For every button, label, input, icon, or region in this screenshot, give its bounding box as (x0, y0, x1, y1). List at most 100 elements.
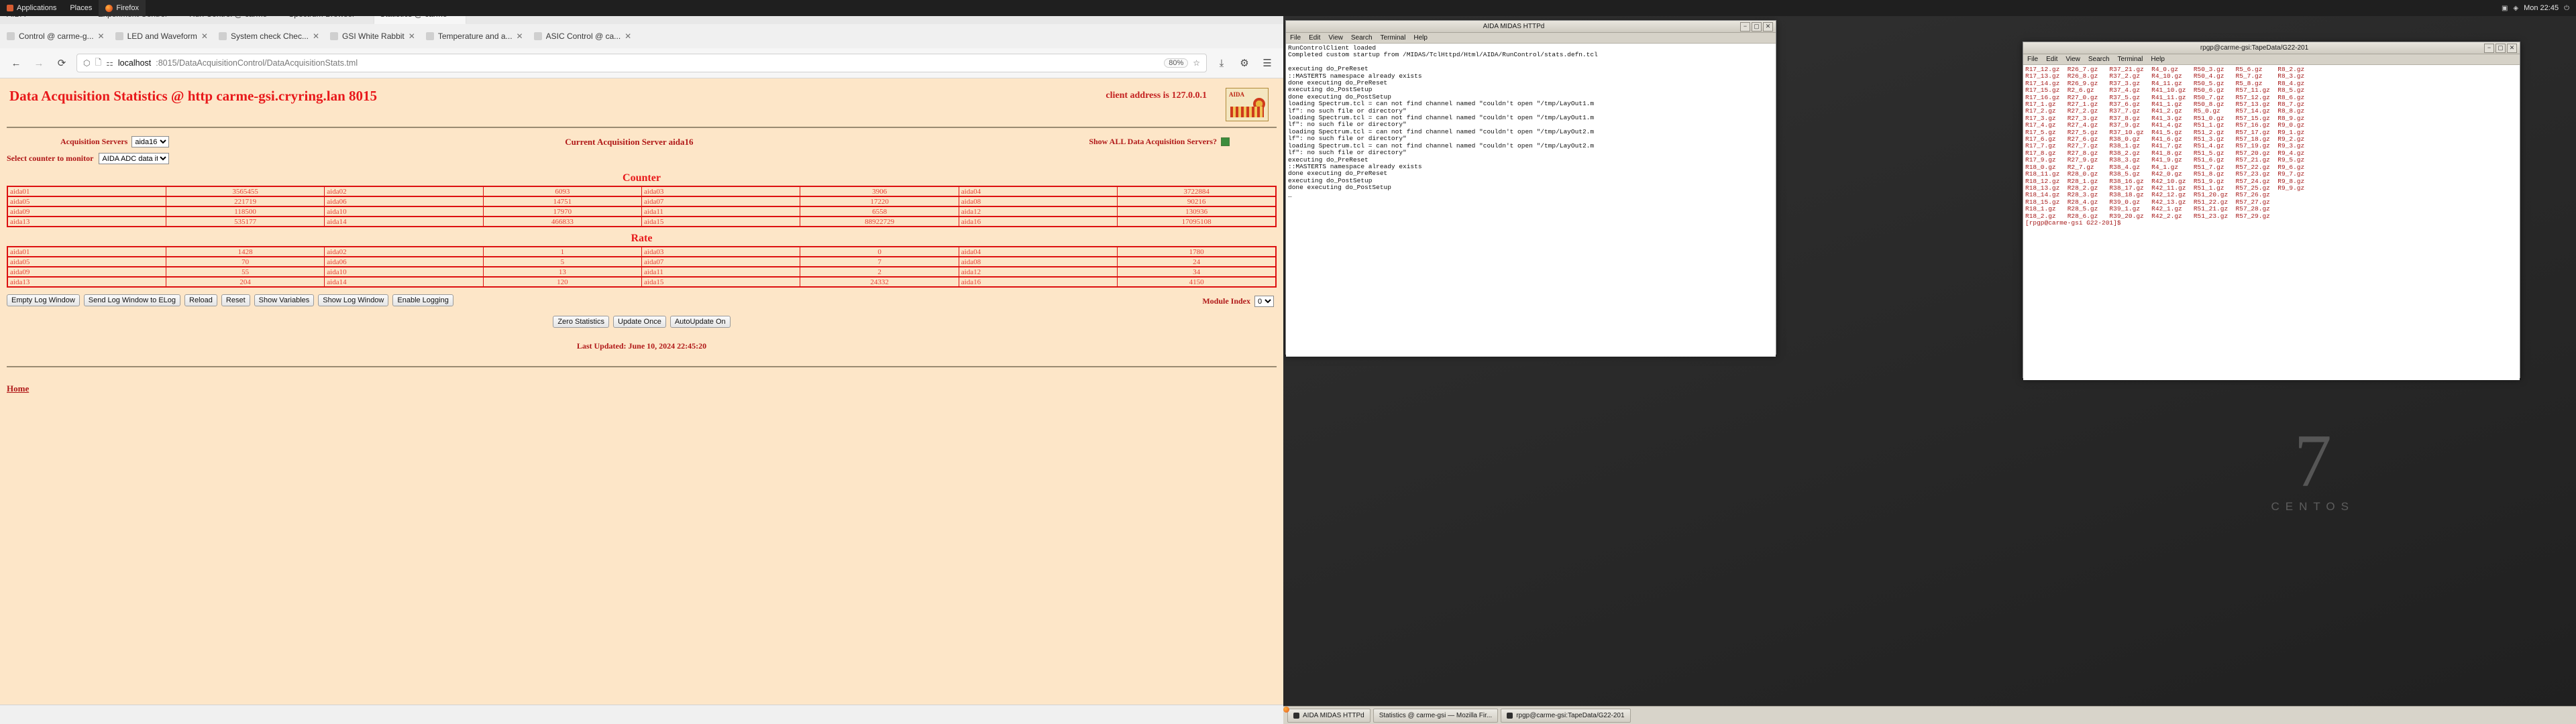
counter-name: aida09 (7, 206, 166, 217)
show-variables-button[interactable]: Show Variables (254, 294, 315, 306)
menu-file[interactable]: File (1290, 34, 1301, 42)
toolbar-right-actions: ⤓ ⚙ ☰ (1214, 55, 1275, 71)
menu-view[interactable]: View (1328, 34, 1343, 42)
save-icon[interactable]: ⤓ (1214, 55, 1230, 71)
zoom-level-indicator[interactable]: 80% (1164, 58, 1189, 68)
extensions-icon[interactable]: ⚙ (1236, 55, 1252, 71)
bottom-taskbar: AIDA MIDAS HTTPd Statistics @ carme-gsi … (1283, 706, 2576, 724)
show-all-servers-group[interactable]: Show ALL Data Acquisition Servers? (1089, 137, 1230, 147)
maximize-icon[interactable]: ▢ (1752, 21, 1762, 32)
home-link[interactable]: Home (0, 373, 1283, 394)
panel-clock[interactable]: Mon 22:45 (2524, 4, 2559, 12)
address-bar[interactable]: ⬡ 🗋 ⚏ localhost:8015/DataAcquisitionCont… (76, 54, 1207, 72)
counter-value: 3722884 (1117, 186, 1277, 197)
reload-icon[interactable]: ⟳ (54, 55, 70, 71)
hamburger-menu-icon[interactable]: ☰ (1259, 55, 1275, 71)
active-application[interactable]: Firefox (99, 0, 146, 16)
minimize-icon[interactable]: − (2484, 43, 2494, 53)
close-icon[interactable]: ✕ (2507, 43, 2517, 53)
close-tab-icon[interactable]: ✕ (625, 32, 631, 41)
centos-watermark: 7 CENTOS (2271, 420, 2355, 514)
reload-button[interactable]: Reload (184, 294, 217, 306)
module-index-select[interactable]: 0 (1254, 296, 1274, 307)
close-tab-icon[interactable]: ✕ (313, 32, 319, 41)
menu-view[interactable]: View (2065, 56, 2080, 63)
autoupdate-toggle-button[interactable]: AutoUpdate On (669, 316, 731, 328)
rate-value: 1780 (1117, 246, 1277, 257)
network-icon[interactable]: ▣ (2502, 5, 2508, 12)
empty-log-window-button[interactable]: Empty Log Window (7, 294, 80, 306)
menu-help[interactable]: Help (2151, 56, 2165, 63)
update-once-button[interactable]: Update Once (613, 316, 666, 328)
menu-edit[interactable]: Edit (1309, 34, 1320, 42)
taskbar-item-tape[interactable]: rpgp@carme-gsi:TapeData/G22-201 (1501, 708, 1631, 723)
rate-value: 13 (482, 266, 643, 278)
menu-terminal[interactable]: Terminal (1381, 34, 1406, 42)
taskbar-item-midas[interactable]: AIDA MIDAS HTTPd (1287, 708, 1371, 723)
url-host: localhost (117, 58, 152, 68)
counter-value: 535177 (165, 216, 325, 227)
rate-name: aida07 (641, 256, 801, 267)
desktop-root: 7 CENTOS AIDA ✕ Experiment Control ✕ Run… (0, 0, 2576, 724)
enable-logging-button[interactable]: Enable Logging (392, 294, 453, 306)
close-icon[interactable]: ✕ (1763, 21, 1773, 32)
browser-tab[interactable]: Temperature and a... ✕ (421, 26, 529, 46)
counter-name: aida01 (7, 186, 166, 197)
reader-mode-icon[interactable]: ⚏ (106, 58, 113, 68)
counter-value: 6558 (800, 206, 959, 217)
power-icon[interactable]: ⏻ (2564, 5, 2569, 12)
acquisition-server-select[interactable]: aida16 (131, 136, 170, 147)
menu-edit[interactable]: Edit (2046, 56, 2057, 63)
rate-name: aida08 (958, 256, 1118, 267)
rate-table: aida01 1428 aida02 1 aida03 0 aida04 178… (7, 246, 1277, 288)
browser-tab[interactable]: LED and Waveform ✕ (110, 26, 213, 46)
star-icon[interactable]: ☆ (1193, 58, 1200, 68)
menu-terminal[interactable]: Terminal (2118, 56, 2143, 63)
table-row: aida09 118500 aida10 17970 aida11 6558 a… (7, 206, 1277, 217)
browser-tab[interactable]: GSI White Rabbit ✕ (325, 26, 421, 46)
tape-title-bar[interactable]: rpgp@carme-gsi:TapeData/G22-201 − ▢ ✕ (2023, 42, 2520, 54)
taskbar-item-firefox[interactable]: Statistics @ carme-gsi — Mozilla Fir... (1283, 707, 1499, 723)
rate-value: 70 (165, 256, 325, 267)
rate-value: 34 (1117, 266, 1277, 278)
browser-tab[interactable]: ASIC Control @ ca... ✕ (529, 26, 637, 46)
rate-name: aida09 (7, 266, 166, 278)
counter-select[interactable]: AIDA ADC data items (99, 153, 170, 164)
show-all-servers-checkbox[interactable] (1221, 137, 1230, 146)
shield-icon[interactable]: ⬡ (83, 58, 90, 68)
centos-version-number: 7 (2294, 420, 2332, 503)
page-icon: 🗋 (95, 57, 102, 67)
maximize-icon[interactable]: ▢ (2496, 43, 2506, 53)
places-menu[interactable]: Places (63, 0, 99, 16)
browser-tab[interactable]: Control @ carme-g... ✕ (1, 26, 110, 46)
zero-statistics-button[interactable]: Zero Statistics (553, 316, 609, 328)
favicon (115, 32, 123, 40)
applications-menu[interactable]: Applications (0, 0, 63, 16)
browser-tab[interactable]: System check Chec... ✕ (213, 26, 325, 46)
send-log-to-elog-button[interactable]: Send Log Window to ELog (83, 294, 181, 306)
terminal-icon (1293, 712, 1299, 719)
close-tab-icon[interactable]: ✕ (201, 32, 208, 41)
menu-search[interactable]: Search (1351, 34, 1373, 42)
midas-terminal-output[interactable]: RunControlClient loaded Completed custom… (1286, 44, 1776, 357)
minimize-icon[interactable]: − (1740, 21, 1750, 32)
show-log-window-button[interactable]: Show Log Window (318, 294, 389, 306)
table-row: aida05 70 aida06 5 aida07 7 aida08 24 (7, 256, 1277, 267)
counter-value: 3565455 (165, 186, 325, 197)
menu-help[interactable]: Help (1413, 34, 1428, 42)
forward-arrow-icon[interactable]: → (31, 55, 47, 71)
reset-button[interactable]: Reset (221, 294, 250, 306)
rate-name: aida11 (641, 266, 801, 278)
tape-terminal-output[interactable]: R17_12.gz R26_7.gz R37_21.gz R4_0.gz R50… (2023, 65, 2520, 380)
volume-icon[interactable]: ◈ (2513, 5, 2518, 12)
midas-title-bar[interactable]: AIDA MIDAS HTTPd − ▢ ✕ (1286, 21, 1776, 33)
taskbar-item-label: Statistics @ carme-gsi — Mozilla Fir... (1379, 711, 1493, 719)
close-tab-icon[interactable]: ✕ (98, 32, 105, 41)
table-row: aida05 221719 aida06 14751 aida07 17220 … (7, 196, 1277, 207)
menu-search[interactable]: Search (2088, 56, 2110, 63)
back-arrow-icon[interactable]: ← (8, 55, 24, 71)
close-tab-icon[interactable]: ✕ (517, 32, 523, 41)
close-tab-icon[interactable]: ✕ (409, 32, 415, 41)
menu-file[interactable]: File (2027, 56, 2038, 63)
rate-value: 2 (800, 266, 959, 278)
